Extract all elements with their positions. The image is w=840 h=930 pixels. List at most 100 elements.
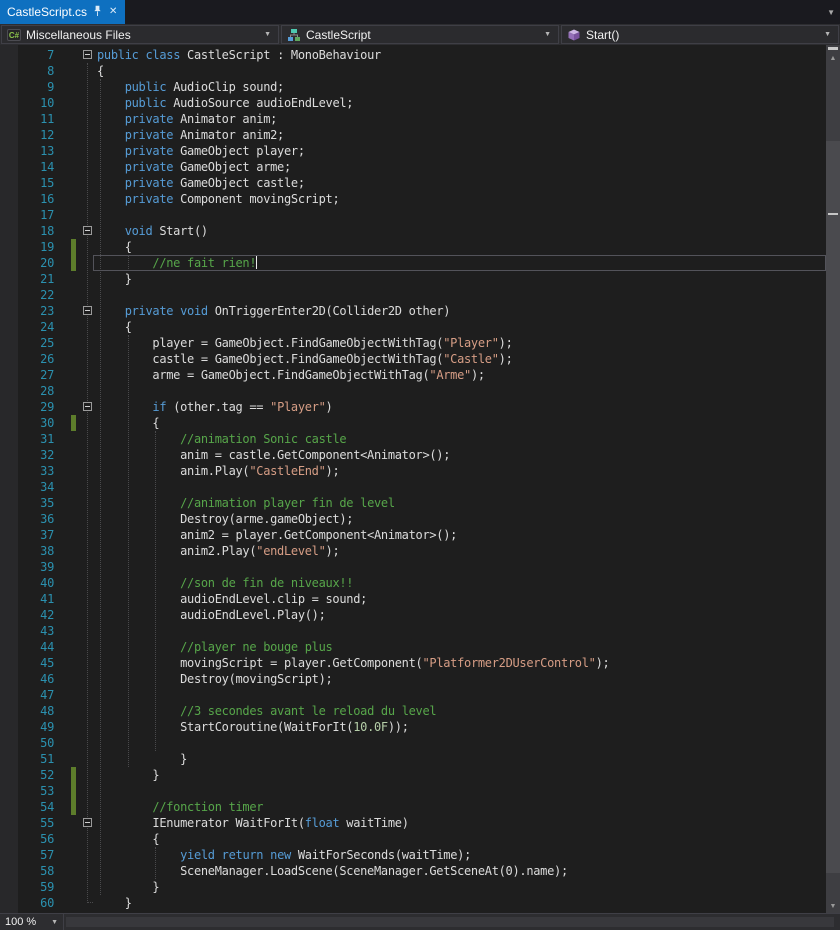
code-line[interactable]: 49 StartCoroutine(WaitForIt(10.0F));	[0, 719, 826, 735]
code-line[interactable]: 12 private Animator anim2;	[0, 127, 826, 143]
close-icon[interactable]: ✕	[108, 7, 118, 17]
breakpoint-margin[interactable]	[0, 95, 18, 111]
horizontal-scrollbar-thumb[interactable]	[66, 917, 834, 927]
breakpoint-margin[interactable]	[0, 79, 18, 95]
line-number[interactable]: 51	[18, 751, 54, 767]
scrollbar-thumb[interactable]	[826, 141, 840, 873]
line-number[interactable]: 46	[18, 671, 54, 687]
line-number[interactable]: 56	[18, 831, 54, 847]
breakpoint-margin[interactable]	[0, 735, 18, 751]
line-number[interactable]: 9	[18, 79, 54, 95]
splitter-handle[interactable]	[826, 45, 840, 52]
code-line[interactable]: 38 anim2.Play("endLevel");	[0, 543, 826, 559]
breakpoint-margin[interactable]	[0, 639, 18, 655]
breakpoint-margin[interactable]	[0, 191, 18, 207]
code-line[interactable]: 13 private GameObject player;	[0, 143, 826, 159]
breakpoint-margin[interactable]	[0, 703, 18, 719]
fold-collapse-icon[interactable]	[83, 226, 92, 235]
breakpoint-margin[interactable]	[0, 303, 18, 319]
breakpoint-margin[interactable]	[0, 783, 18, 799]
line-number[interactable]: 20	[18, 255, 54, 271]
breakpoint-margin[interactable]	[0, 271, 18, 287]
line-number[interactable]: 35	[18, 495, 54, 511]
breakpoint-margin[interactable]	[0, 767, 18, 783]
scroll-up-icon[interactable]: ▲	[826, 52, 840, 65]
code-line[interactable]: 54 //fonction timer	[0, 799, 826, 815]
code-line[interactable]: 33 anim.Play("CastleEnd");	[0, 463, 826, 479]
line-number[interactable]: 25	[18, 335, 54, 351]
breakpoint-margin[interactable]	[0, 655, 18, 671]
breakpoint-margin[interactable]	[0, 847, 18, 863]
line-number[interactable]: 54	[18, 799, 54, 815]
line-number[interactable]: 34	[18, 479, 54, 495]
line-number[interactable]: 16	[18, 191, 54, 207]
line-number[interactable]: 48	[18, 703, 54, 719]
code-line[interactable]: 14 private GameObject arme;	[0, 159, 826, 175]
line-number[interactable]: 11	[18, 111, 54, 127]
breakpoint-margin[interactable]	[0, 415, 18, 431]
line-number[interactable]: 49	[18, 719, 54, 735]
line-number[interactable]: 52	[18, 767, 54, 783]
breakpoint-margin[interactable]	[0, 511, 18, 527]
line-number[interactable]: 55	[18, 815, 54, 831]
code-line[interactable]: 22	[0, 287, 826, 303]
line-number[interactable]: 10	[18, 95, 54, 111]
line-number[interactable]: 28	[18, 383, 54, 399]
code-line[interactable]: 45 movingScript = player.GetComponent("P…	[0, 655, 826, 671]
code-line[interactable]: 59 }	[0, 879, 826, 895]
line-number[interactable]: 50	[18, 735, 54, 751]
breakpoint-margin[interactable]	[0, 495, 18, 511]
code-line[interactable]: 40 //son de fin de niveaux!!	[0, 575, 826, 591]
breakpoint-margin[interactable]	[0, 479, 18, 495]
breakpoint-margin[interactable]	[0, 543, 18, 559]
breakpoint-margin[interactable]	[0, 367, 18, 383]
breakpoint-margin[interactable]	[0, 879, 18, 895]
code-line[interactable]: 18 void Start()	[0, 223, 826, 239]
breakpoint-margin[interactable]	[0, 591, 18, 607]
breakpoint-margin[interactable]	[0, 159, 18, 175]
line-number[interactable]: 29	[18, 399, 54, 415]
breakpoint-margin[interactable]	[0, 623, 18, 639]
line-number[interactable]: 14	[18, 159, 54, 175]
member-dropdown[interactable]: Start() ▼	[561, 25, 839, 44]
code-line[interactable]: 21 }	[0, 271, 826, 287]
code-line[interactable]: 60 }	[0, 895, 826, 911]
breakpoint-margin[interactable]	[0, 223, 18, 239]
code-line[interactable]: 47	[0, 687, 826, 703]
code-line[interactable]: 56 {	[0, 831, 826, 847]
code-line[interactable]: 44 //player ne bouge plus	[0, 639, 826, 655]
breakpoint-margin[interactable]	[0, 319, 18, 335]
code-line[interactable]: 23 private void OnTriggerEnter2D(Collide…	[0, 303, 826, 319]
breakpoint-margin[interactable]	[0, 111, 18, 127]
breakpoint-margin[interactable]	[0, 671, 18, 687]
code-line[interactable]: 46 Destroy(movingScript);	[0, 671, 826, 687]
breakpoint-margin[interactable]	[0, 175, 18, 191]
line-number[interactable]: 23	[18, 303, 54, 319]
line-number[interactable]: 59	[18, 879, 54, 895]
breakpoint-margin[interactable]	[0, 47, 18, 63]
code-line[interactable]: 34	[0, 479, 826, 495]
type-dropdown[interactable]: CastleScript ▼	[281, 25, 559, 44]
line-number[interactable]: 37	[18, 527, 54, 543]
breakpoint-margin[interactable]	[0, 207, 18, 223]
line-number[interactable]: 27	[18, 367, 54, 383]
code-line[interactable]: 43	[0, 623, 826, 639]
code-line[interactable]: 39	[0, 559, 826, 575]
zoom-control[interactable]: 100 % ▼	[0, 914, 64, 930]
line-number[interactable]: 38	[18, 543, 54, 559]
line-number[interactable]: 43	[18, 623, 54, 639]
tab-list-chevron-icon[interactable]: ▼	[827, 0, 835, 24]
breakpoint-margin[interactable]	[0, 831, 18, 847]
line-number[interactable]: 32	[18, 447, 54, 463]
breakpoint-margin[interactable]	[0, 799, 18, 815]
breakpoint-margin[interactable]	[0, 527, 18, 543]
fold-collapse-icon[interactable]	[83, 402, 92, 411]
line-number[interactable]: 17	[18, 207, 54, 223]
line-number[interactable]: 7	[18, 47, 54, 63]
breakpoint-margin[interactable]	[0, 895, 18, 911]
line-number[interactable]: 60	[18, 895, 54, 911]
tab-castlescript[interactable]: CastleScript.cs ✕	[0, 0, 125, 24]
code-line[interactable]: 19 {	[0, 239, 826, 255]
breakpoint-margin[interactable]	[0, 255, 18, 271]
line-number[interactable]: 21	[18, 271, 54, 287]
